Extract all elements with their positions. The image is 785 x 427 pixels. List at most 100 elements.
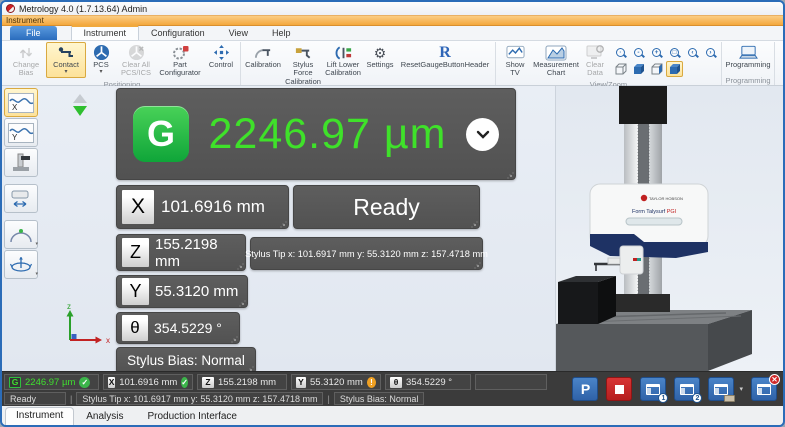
zoom-left-button[interactable]: ‹	[684, 44, 701, 60]
arc-mode-dropdown-icon[interactable]: ▾	[35, 241, 38, 247]
stylus-force-calibration-button[interactable]: Stylus Force Calibration	[283, 42, 323, 88]
tab-instrument[interactable]: Instrument	[71, 25, 140, 40]
settings-button[interactable]: ⚙ Settings	[363, 42, 397, 71]
pcs-dropdown-icon[interactable]: ▾	[99, 69, 102, 76]
gauge-bias-indicator	[72, 94, 88, 116]
part-configurator-button[interactable]: Part Configurator	[156, 42, 204, 80]
y-profile-view-button[interactable]: Y	[4, 118, 38, 147]
lift-lower-calibration-button[interactable]: Lift Lower Calibration	[323, 42, 363, 80]
calibration-button[interactable]: Calibration	[243, 42, 283, 71]
rendered-cube-icon	[668, 63, 682, 76]
x-axis-panel[interactable]: X 101.6916 mm	[116, 185, 289, 229]
tab-configuration[interactable]: Configuration	[139, 26, 217, 40]
y-axis-panel[interactable]: Y 55.3120 mm	[116, 275, 248, 308]
control-label: Control	[209, 61, 233, 69]
z-axis-letter: Z	[122, 238, 149, 267]
measurement-chart-button[interactable]: Measurement Chart	[532, 42, 580, 80]
layout-load-button[interactable]	[708, 377, 734, 401]
z-badge: Z	[202, 377, 214, 388]
gauge-expand-button[interactable]	[466, 118, 499, 151]
y-profile-icon: Y	[8, 123, 34, 143]
stylus-bias-panel[interactable]: Stylus Bias: Normal	[116, 347, 256, 374]
stylus-tip-panel[interactable]: Stylus Tip x: 101.6917 mm y: 55.3120 mm …	[250, 237, 483, 270]
layout-1-button[interactable]: 1	[640, 377, 666, 401]
tab-help[interactable]: Help	[260, 26, 303, 40]
wireframe-cube-icon	[614, 63, 628, 76]
tab-workspace-instrument[interactable]: Instrument	[5, 407, 74, 425]
change-bias-button[interactable]: Change Bias	[6, 42, 46, 80]
resize-grip[interactable]	[231, 336, 236, 341]
zoom-button-grid: · - + □ ‹ ›	[612, 42, 719, 77]
app-logo-icon	[6, 4, 15, 13]
close-windows-button[interactable]: ✕	[751, 377, 777, 401]
resize-grip[interactable]	[280, 221, 285, 226]
show-tv-button[interactable]: Show TV	[498, 42, 532, 80]
gauge-retract-button[interactable]	[4, 184, 38, 213]
tab-file[interactable]: File	[10, 26, 57, 40]
status-gauge-cell: G 2246.97 µm ✓	[4, 374, 99, 390]
zoom-extents-button[interactable]: ·	[612, 44, 629, 60]
view-solid-button[interactable]	[630, 61, 647, 77]
zoom-in-icon: +	[652, 48, 661, 57]
program-mode-button[interactable]: P	[572, 377, 598, 401]
status-axis-row: G 2246.97 µm ✓ X 101.6916 mm ✓ Z 155.219…	[4, 374, 547, 390]
y-badge: Y	[296, 377, 306, 388]
tab-view[interactable]: View	[217, 26, 260, 40]
stylus-bias-status-box: Stylus Bias: Normal	[334, 392, 425, 405]
zoom-window-button[interactable]: □	[666, 44, 683, 60]
pcs-button[interactable]: PCS ▾	[86, 42, 116, 78]
resize-grip[interactable]	[507, 172, 512, 177]
ready-status-panel[interactable]: Ready	[293, 185, 480, 229]
clear-all-pcs-button[interactable]: Clear All PCS/ICS	[116, 42, 156, 80]
y-axis-letter: Y	[122, 278, 149, 305]
rotary-axis-button[interactable]: ▾	[4, 250, 38, 279]
zoom-out-button[interactable]: -	[630, 44, 647, 60]
axis-triad: z x	[58, 302, 116, 350]
bias-up-arrow-icon[interactable]	[73, 94, 87, 103]
gauge-readout-panel[interactable]: G 2246.97 µm	[116, 88, 516, 180]
control-button[interactable]: Control	[204, 42, 238, 71]
view-wireframe-button[interactable]	[612, 61, 629, 77]
y-warning-icon: !	[367, 377, 376, 388]
view-shaded-wire-button[interactable]	[648, 61, 665, 77]
layout-1-badge: 1	[658, 393, 668, 403]
arc-mode-button[interactable]: ▾	[4, 220, 38, 249]
layout-load-dropdown-icon[interactable]: ▾	[739, 385, 743, 393]
contact-dropdown-icon[interactable]: ▾	[64, 69, 67, 76]
resize-grip[interactable]	[239, 300, 244, 305]
svg-text:Y: Y	[12, 133, 18, 142]
status-gauge-value: 2246.97 µm	[25, 377, 75, 388]
ribbon-tabs: File Instrument Configuration View Help	[2, 26, 783, 41]
clear-data-label: Clear Data	[582, 61, 608, 78]
clear-data-button[interactable]: Clear Data	[580, 42, 610, 80]
x-profile-view-button[interactable]: X	[4, 88, 38, 117]
column-view-button[interactable]	[4, 148, 38, 177]
theta-axis-panel[interactable]: θ 354.5229 °	[116, 312, 240, 344]
programming-group-label: Programming	[724, 76, 772, 85]
z-axis-panel[interactable]: Z 155.2198 mm	[116, 234, 246, 271]
view-rendered-button[interactable]	[666, 61, 683, 77]
resize-grip[interactable]	[471, 221, 476, 226]
triad-x-label: x	[106, 336, 110, 345]
status-empty-cell	[475, 374, 547, 390]
rotary-axis-dropdown-icon[interactable]: ▾	[35, 271, 38, 277]
resize-grip[interactable]	[474, 262, 479, 267]
stop-button[interactable]	[606, 377, 632, 401]
tab-workspace-production[interactable]: Production Interface	[136, 408, 250, 425]
theta-badge: θ	[390, 377, 402, 388]
zoom-right-button[interactable]: ›	[702, 44, 719, 60]
tab-workspace-analysis[interactable]: Analysis	[74, 408, 135, 425]
status-stylus-bias-text: Stylus Bias: Normal	[340, 394, 419, 404]
bias-down-arrow-icon[interactable]	[73, 106, 87, 116]
window-title: Metrology 4.0 (1.7.13.64) Admin	[19, 4, 147, 14]
calibration-label: Calibration	[245, 61, 281, 69]
zoom-in-button[interactable]: +	[648, 44, 665, 60]
reset-gauge-button[interactable]: R ResetGaugeButtonHeader	[397, 42, 493, 71]
programming-button[interactable]: Programming	[724, 42, 772, 71]
resize-grip[interactable]	[237, 263, 242, 268]
instrument-3d-viewport[interactable]: TAYLOR HOBSON Form Talysurf PGI	[555, 86, 783, 371]
contact-button[interactable]: Contact ▾	[46, 42, 86, 78]
gauge-badge: G	[9, 377, 21, 388]
control-icon	[213, 44, 230, 61]
layout-2-button[interactable]: 2	[674, 377, 700, 401]
